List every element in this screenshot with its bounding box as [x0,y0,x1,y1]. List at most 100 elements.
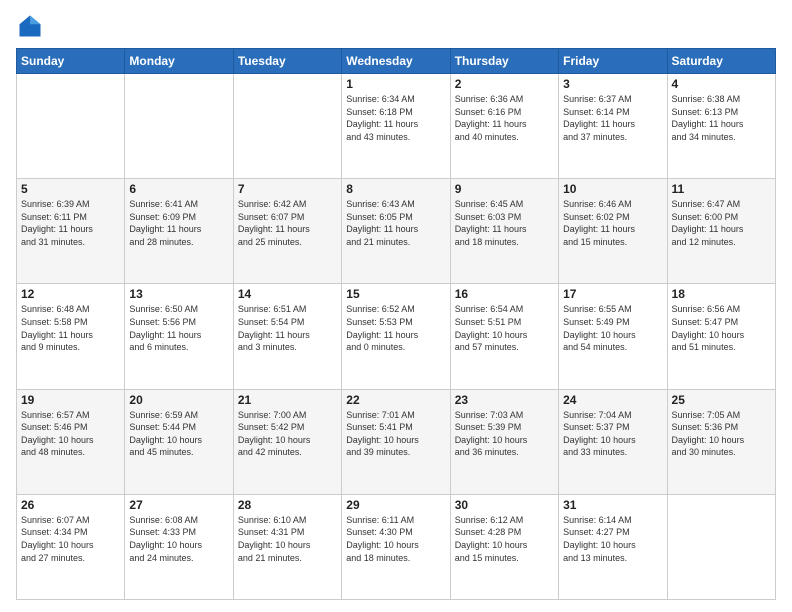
day-number: 9 [455,182,554,196]
calendar-cell: 11 Sunrise: 6:47 AM Sunset: 6:00 PM Dayli… [667,179,775,284]
calendar-week-4: 19Sunrise: 6:57 AM Sunset: 5:46 PM Dayli… [17,389,776,494]
day-number: 27 [129,498,228,512]
calendar-cell: 18 Sunrise: 6:56 AM Sunset: 5:47 PM Dayli… [667,284,775,389]
calendar-cell: 19Sunrise: 6:57 AM Sunset: 5:46 PM Dayli… [17,389,125,494]
calendar-cell: 22Sunrise: 7:01 AM Sunset: 5:41 PM Dayli… [342,389,450,494]
calendar-cell [667,494,775,599]
day-number: 6 [129,182,228,196]
calendar-cell: 24Sunrise: 7:04 AM Sunset: 5:37 PM Dayli… [559,389,667,494]
day-info: Sunrise: 7:05 AM Sunset: 5:36 PM Dayligh… [672,409,771,459]
day-number: 3 [563,77,662,91]
calendar-cell: 31Sunrise: 6:14 AM Sunset: 4:27 PM Dayli… [559,494,667,599]
header [16,12,776,40]
day-info: Sunrise: 6:08 AM Sunset: 4:33 PM Dayligh… [129,514,228,564]
day-number: 16 [455,287,554,301]
day-number: 24 [563,393,662,407]
day-header-monday: Monday [125,49,233,74]
day-number: 30 [455,498,554,512]
day-info: Sunrise: 6:14 AM Sunset: 4:27 PM Dayligh… [563,514,662,564]
calendar-cell: 12 Sunrise: 6:48 AM Sunset: 5:58 PM Dayli… [17,284,125,389]
day-header-friday: Friday [559,49,667,74]
day-header-wednesday: Wednesday [342,49,450,74]
calendar-cell: 28 Sunrise: 6:10 AM Sunset: 4:31 PM Dayli… [233,494,341,599]
calendar-cell: 13 Sunrise: 6:50 AM Sunset: 5:56 PM Dayli… [125,284,233,389]
day-header-sunday: Sunday [17,49,125,74]
day-number: 10 [563,182,662,196]
calendar-cell [17,74,125,179]
calendar-cell: 8Sunrise: 6:43 AM Sunset: 6:05 PM Daylig… [342,179,450,284]
day-number: 5 [21,182,120,196]
calendar-cell: 16 Sunrise: 6:54 AM Sunset: 5:51 PM Dayli… [450,284,558,389]
day-info: Sunrise: 6:11 AM Sunset: 4:30 PM Dayligh… [346,514,445,564]
calendar-cell: 15Sunrise: 6:52 AM Sunset: 5:53 PM Dayli… [342,284,450,389]
day-number: 20 [129,393,228,407]
calendar-cell: 3 Sunrise: 6:37 AM Sunset: 6:14 PM Daylig… [559,74,667,179]
day-info: Sunrise: 6:34 AM Sunset: 6:18 PM Dayligh… [346,93,445,143]
day-number: 18 [672,287,771,301]
day-number: 13 [129,287,228,301]
day-number: 28 [238,498,337,512]
day-info: Sunrise: 6:47 AM Sunset: 6:00 PM Dayligh… [672,198,771,248]
day-number: 12 [21,287,120,301]
day-header-tuesday: Tuesday [233,49,341,74]
day-number: 1 [346,77,445,91]
calendar-cell: 17 Sunrise: 6:55 AM Sunset: 5:49 PM Dayli… [559,284,667,389]
day-info: Sunrise: 6:48 AM Sunset: 5:58 PM Dayligh… [21,303,120,353]
calendar-cell: 29 Sunrise: 6:11 AM Sunset: 4:30 PM Dayli… [342,494,450,599]
day-info: Sunrise: 6:45 AM Sunset: 6:03 PM Dayligh… [455,198,554,248]
day-info: Sunrise: 6:51 AM Sunset: 5:54 PM Dayligh… [238,303,337,353]
calendar-cell: 4Sunrise: 6:38 AM Sunset: 6:13 PM Daylig… [667,74,775,179]
day-info: Sunrise: 6:37 AM Sunset: 6:14 PM Dayligh… [563,93,662,143]
calendar-week-1: 1 Sunrise: 6:34 AM Sunset: 6:18 PM Daylig… [17,74,776,179]
day-info: Sunrise: 6:10 AM Sunset: 4:31 PM Dayligh… [238,514,337,564]
calendar-cell: 10 Sunrise: 6:46 AM Sunset: 6:02 PM Dayli… [559,179,667,284]
day-info: Sunrise: 6:54 AM Sunset: 5:51 PM Dayligh… [455,303,554,353]
day-info: Sunrise: 6:55 AM Sunset: 5:49 PM Dayligh… [563,303,662,353]
day-number: 4 [672,77,771,91]
logo-icon [16,12,44,40]
calendar-cell: 2 Sunrise: 6:36 AM Sunset: 6:16 PM Daylig… [450,74,558,179]
day-info: Sunrise: 6:07 AM Sunset: 4:34 PM Dayligh… [21,514,120,564]
day-number: 11 [672,182,771,196]
day-header-thursday: Thursday [450,49,558,74]
calendar-cell: 5 Sunrise: 6:39 AM Sunset: 6:11 PM Daylig… [17,179,125,284]
day-number: 8 [346,182,445,196]
calendar-week-5: 26 Sunrise: 6:07 AM Sunset: 4:34 PM Dayli… [17,494,776,599]
logo [16,12,48,40]
calendar: SundayMondayTuesdayWednesdayThursdayFrid… [16,48,776,600]
calendar-cell: 25 Sunrise: 7:05 AM Sunset: 5:36 PM Dayli… [667,389,775,494]
day-info: Sunrise: 7:00 AM Sunset: 5:42 PM Dayligh… [238,409,337,459]
day-info: Sunrise: 6:56 AM Sunset: 5:47 PM Dayligh… [672,303,771,353]
day-info: Sunrise: 7:03 AM Sunset: 5:39 PM Dayligh… [455,409,554,459]
day-number: 23 [455,393,554,407]
day-info: Sunrise: 6:36 AM Sunset: 6:16 PM Dayligh… [455,93,554,143]
day-info: Sunrise: 6:52 AM Sunset: 5:53 PM Dayligh… [346,303,445,353]
calendar-cell [125,74,233,179]
day-number: 29 [346,498,445,512]
calendar-cell: 9 Sunrise: 6:45 AM Sunset: 6:03 PM Daylig… [450,179,558,284]
calendar-cell: 6 Sunrise: 6:41 AM Sunset: 6:09 PM Daylig… [125,179,233,284]
day-info: Sunrise: 6:39 AM Sunset: 6:11 PM Dayligh… [21,198,120,248]
calendar-cell: 27 Sunrise: 6:08 AM Sunset: 4:33 PM Dayli… [125,494,233,599]
calendar-cell: 21Sunrise: 7:00 AM Sunset: 5:42 PM Dayli… [233,389,341,494]
calendar-cell: 7Sunrise: 6:42 AM Sunset: 6:07 PM Daylig… [233,179,341,284]
page: SundayMondayTuesdayWednesdayThursdayFrid… [0,0,792,612]
calendar-cell: 20Sunrise: 6:59 AM Sunset: 5:44 PM Dayli… [125,389,233,494]
day-info: Sunrise: 6:12 AM Sunset: 4:28 PM Dayligh… [455,514,554,564]
day-number: 25 [672,393,771,407]
day-number: 17 [563,287,662,301]
day-info: Sunrise: 6:46 AM Sunset: 6:02 PM Dayligh… [563,198,662,248]
day-number: 26 [21,498,120,512]
calendar-week-3: 12 Sunrise: 6:48 AM Sunset: 5:58 PM Dayli… [17,284,776,389]
day-number: 14 [238,287,337,301]
calendar-cell: 23 Sunrise: 7:03 AM Sunset: 5:39 PM Dayli… [450,389,558,494]
day-header-saturday: Saturday [667,49,775,74]
calendar-cell: 14 Sunrise: 6:51 AM Sunset: 5:54 PM Dayli… [233,284,341,389]
day-info: Sunrise: 6:41 AM Sunset: 6:09 PM Dayligh… [129,198,228,248]
day-info: Sunrise: 6:42 AM Sunset: 6:07 PM Dayligh… [238,198,337,248]
day-number: 2 [455,77,554,91]
calendar-cell: 26 Sunrise: 6:07 AM Sunset: 4:34 PM Dayli… [17,494,125,599]
day-number: 22 [346,393,445,407]
day-info: Sunrise: 6:50 AM Sunset: 5:56 PM Dayligh… [129,303,228,353]
calendar-week-2: 5 Sunrise: 6:39 AM Sunset: 6:11 PM Daylig… [17,179,776,284]
